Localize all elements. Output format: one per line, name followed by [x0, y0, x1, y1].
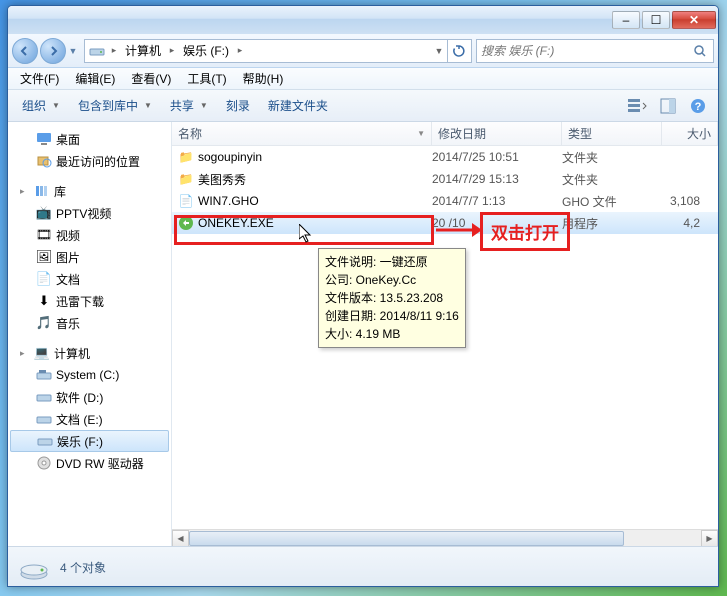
dvd-icon [36, 455, 52, 471]
drive-icon [36, 411, 52, 427]
file-list[interactable]: 📁sogoupinyin 2014/7/25 10:51 文件夹 📁美图秀秀 2… [172, 146, 718, 546]
svg-text:?: ? [695, 101, 702, 113]
search-icon [693, 44, 709, 58]
help-button[interactable]: ? [684, 98, 712, 114]
menu-file[interactable]: 文件(F) [12, 68, 67, 89]
column-type[interactable]: 类型 [562, 122, 662, 146]
column-date[interactable]: 修改日期 [432, 122, 562, 146]
nav-bar: ▼ ▸ 计算机 ▸ 娱乐 (F:) ▸ ▼ [8, 34, 718, 68]
menu-tools[interactable]: 工具(T) [179, 68, 234, 89]
burn-button[interactable]: 刻录 [218, 93, 258, 118]
breadcrumb-dropdown[interactable]: ▼ [431, 46, 447, 56]
document-icon: 📄 [36, 271, 52, 287]
column-headers: 名称▼ 修改日期 类型 大小 [172, 122, 718, 146]
search-input[interactable] [481, 44, 693, 58]
scrollbar-thumb[interactable] [189, 531, 624, 546]
organize-button[interactable]: 组织▼ [14, 93, 68, 118]
drive-icon [89, 43, 105, 59]
search-box[interactable] [476, 39, 714, 63]
column-name[interactable]: 名称▼ [172, 122, 432, 146]
sidebar-computer[interactable]: ▸ 💻 计算机 [8, 342, 171, 364]
scroll-left-button[interactable]: ◀ [172, 530, 189, 547]
sidebar-xunlei[interactable]: ⬇迅雷下载 [8, 290, 171, 312]
close-button[interactable]: ✕ [672, 11, 716, 29]
drive-icon [36, 389, 52, 405]
status-bar: 4 个对象 [8, 546, 718, 587]
drive-icon [37, 433, 53, 449]
breadcrumb-computer[interactable]: 计算机 [121, 40, 165, 62]
breadcrumb-sep[interactable]: ▸ [233, 45, 247, 56]
sidebar-desktop[interactable]: 桌面 [8, 128, 171, 150]
menu-bar: 文件(F) 编辑(E) 查看(V) 工具(T) 帮助(H) [8, 68, 718, 90]
scroll-right-button[interactable]: ▶ [701, 530, 718, 547]
menu-edit[interactable]: 编辑(E) [67, 68, 123, 89]
breadcrumb-sep[interactable]: ▸ [107, 45, 121, 56]
sidebar-pptv[interactable]: 📺PPTV视频 [8, 202, 171, 224]
desktop-icon [36, 131, 52, 147]
breadcrumb-drive-f[interactable]: 娱乐 (F:) [179, 40, 233, 62]
folder-icon: 📁 [178, 171, 194, 187]
maximize-button[interactable]: ☐ [642, 11, 670, 29]
sidebar: 桌面 最近访问的位置 ▸ 库 📺PPTV视频 🎞视频 🖼图片 📄文档 ⬇迅雷下载 [8, 122, 172, 546]
nav-forward-button[interactable] [40, 38, 66, 64]
sidebar-pictures[interactable]: 🖼图片 [8, 246, 171, 268]
video-icon: 📺 [36, 205, 52, 221]
sidebar-libraries[interactable]: ▸ 库 [8, 180, 171, 202]
minimize-button[interactable]: – [612, 11, 640, 29]
explorer-window: – ☐ ✕ ▼ ▸ 计算机 ▸ 娱乐 (F:) ▸ ▼ [7, 5, 719, 587]
file-icon: 📄 [178, 193, 194, 209]
refresh-button[interactable] [447, 40, 469, 62]
status-text: 4 个对象 [60, 559, 106, 576]
sidebar-music[interactable]: 🎵音乐 [8, 312, 171, 334]
download-icon: ⬇ [36, 293, 52, 309]
computer-icon: 💻 [34, 345, 50, 361]
titlebar: – ☐ ✕ [8, 6, 718, 34]
newfolder-button[interactable]: 新建文件夹 [260, 93, 336, 118]
music-icon: 🎵 [36, 315, 52, 331]
preview-pane-button[interactable] [654, 98, 682, 114]
content-area: 名称▼ 修改日期 类型 大小 📁sogoupinyin 2014/7/25 10… [172, 122, 718, 546]
folder-icon: 📁 [178, 149, 194, 165]
twisty-icon: ▸ [20, 348, 30, 359]
nav-history-dropdown[interactable]: ▼ [66, 46, 80, 56]
exe-icon [178, 215, 194, 231]
file-row[interactable]: 📄WIN7.GHO 2014/7/7 1:13 GHO 文件 3,108 [172, 190, 718, 212]
share-button[interactable]: 共享▼ [162, 93, 216, 118]
sidebar-docs[interactable]: 📄文档 [8, 268, 171, 290]
drive-icon [18, 552, 50, 584]
sidebar-recent[interactable]: 最近访问的位置 [8, 150, 171, 172]
nav-back-button[interactable] [12, 38, 38, 64]
sidebar-drive-e[interactable]: 文档 (E:) [8, 408, 171, 430]
include-button[interactable]: 包含到库中▼ [70, 93, 160, 118]
menu-view[interactable]: 查看(V) [123, 68, 179, 89]
video-icon: 🎞 [36, 227, 52, 243]
drive-icon [36, 367, 52, 383]
horizontal-scrollbar[interactable]: ◀ ▶ [172, 529, 718, 546]
library-icon [34, 183, 50, 199]
file-row-selected[interactable]: ONEKEY.EXE 20 /10 用程序 4,2 [172, 212, 718, 234]
file-row[interactable]: 📁美图秀秀 2014/7/29 15:13 文件夹 [172, 168, 718, 190]
recent-icon [36, 153, 52, 169]
twisty-icon: ▸ [20, 186, 30, 197]
pictures-icon: 🖼 [36, 249, 52, 265]
sidebar-drive-f[interactable]: 娱乐 (F:) [10, 430, 169, 452]
sidebar-drive-d[interactable]: 软件 (D:) [8, 386, 171, 408]
sidebar-dvd[interactable]: DVD RW 驱动器 [8, 452, 171, 474]
file-row[interactable]: 📁sogoupinyin 2014/7/25 10:51 文件夹 [172, 146, 718, 168]
column-size[interactable]: 大小 [662, 122, 718, 146]
sidebar-drive-c[interactable]: System (C:) [8, 364, 171, 386]
breadcrumb[interactable]: ▸ 计算机 ▸ 娱乐 (F:) ▸ ▼ [84, 39, 472, 63]
toolbar: 组织▼ 包含到库中▼ 共享▼ 刻录 新建文件夹 ? [8, 90, 718, 122]
view-mode-button[interactable] [624, 98, 652, 114]
sidebar-video[interactable]: 🎞视频 [8, 224, 171, 246]
breadcrumb-sep[interactable]: ▸ [165, 45, 179, 56]
menu-help[interactable]: 帮助(H) [235, 68, 292, 89]
